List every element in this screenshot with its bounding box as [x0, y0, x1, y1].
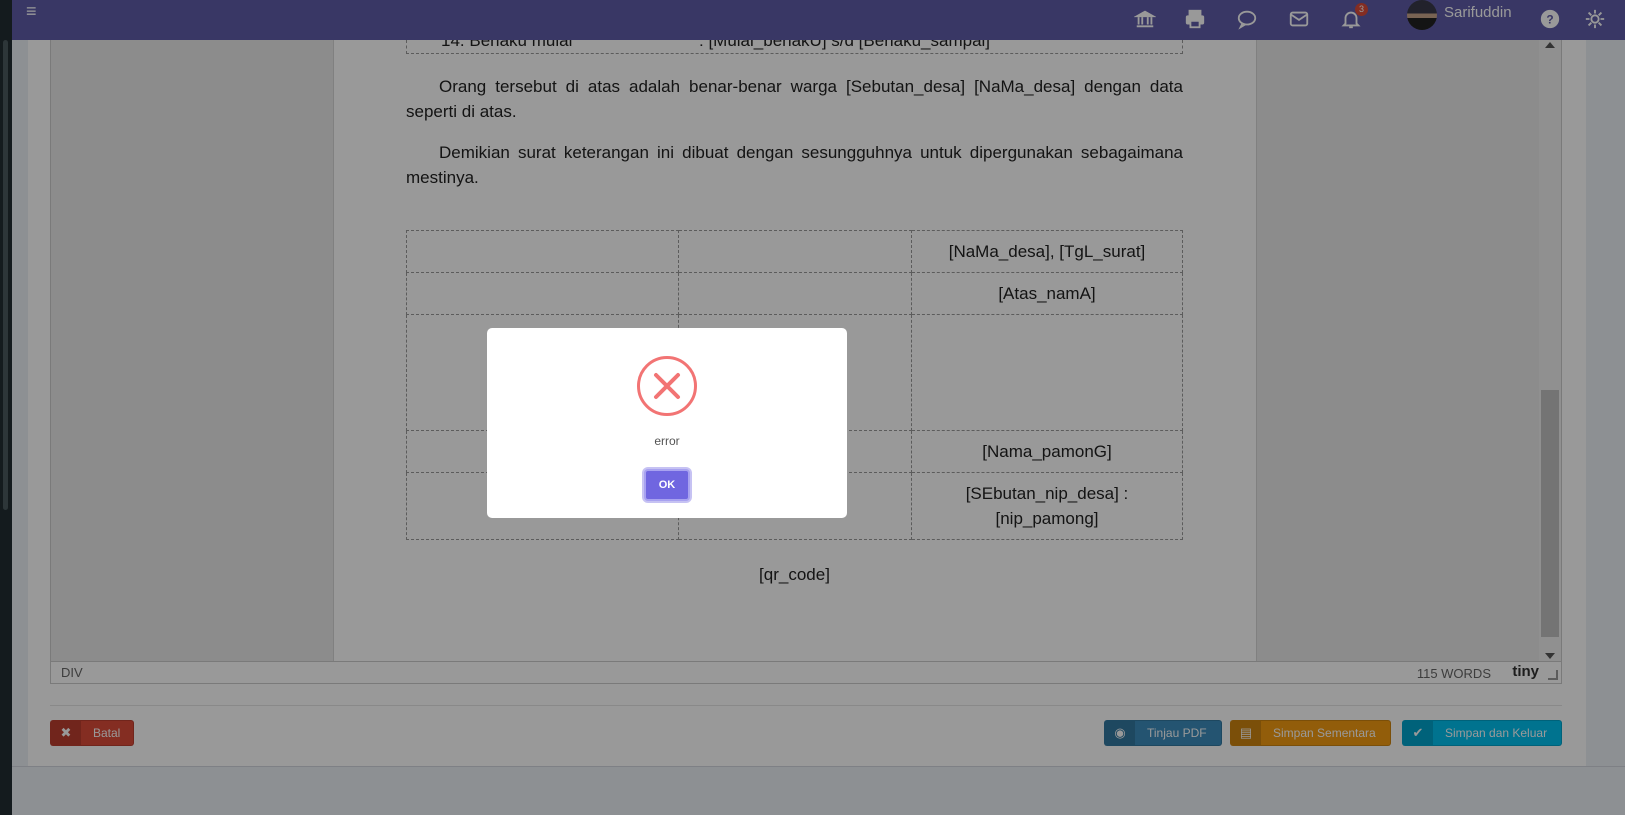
ok-button[interactable]: OK — [644, 469, 690, 501]
error-message: error — [654, 434, 680, 448]
error-dialog: error OK — [487, 328, 847, 518]
error-icon — [637, 356, 697, 416]
